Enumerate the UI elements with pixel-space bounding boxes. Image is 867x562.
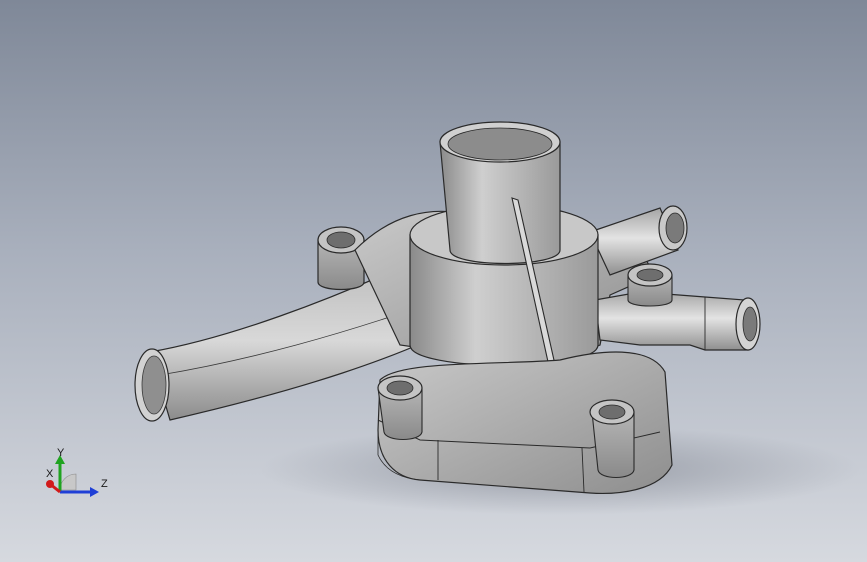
inlet-neck-tube	[439, 121, 561, 265]
triad-z-label: Z	[101, 478, 108, 490]
right-boss	[627, 263, 673, 307]
lower-right-outlet-pipe	[594, 291, 761, 351]
reference-triad: X Y Z	[40, 446, 120, 506]
upper-right-outlet-pipe	[589, 205, 688, 276]
graphics-viewport[interactable]: X Y Z	[0, 0, 867, 562]
triad-y-label: Y	[57, 447, 65, 459]
triad-x-label: X	[46, 468, 54, 480]
back-left-boss	[317, 226, 365, 291]
front-left-boss	[377, 375, 423, 441]
water-pump-housing-model[interactable]	[0, 0, 867, 562]
